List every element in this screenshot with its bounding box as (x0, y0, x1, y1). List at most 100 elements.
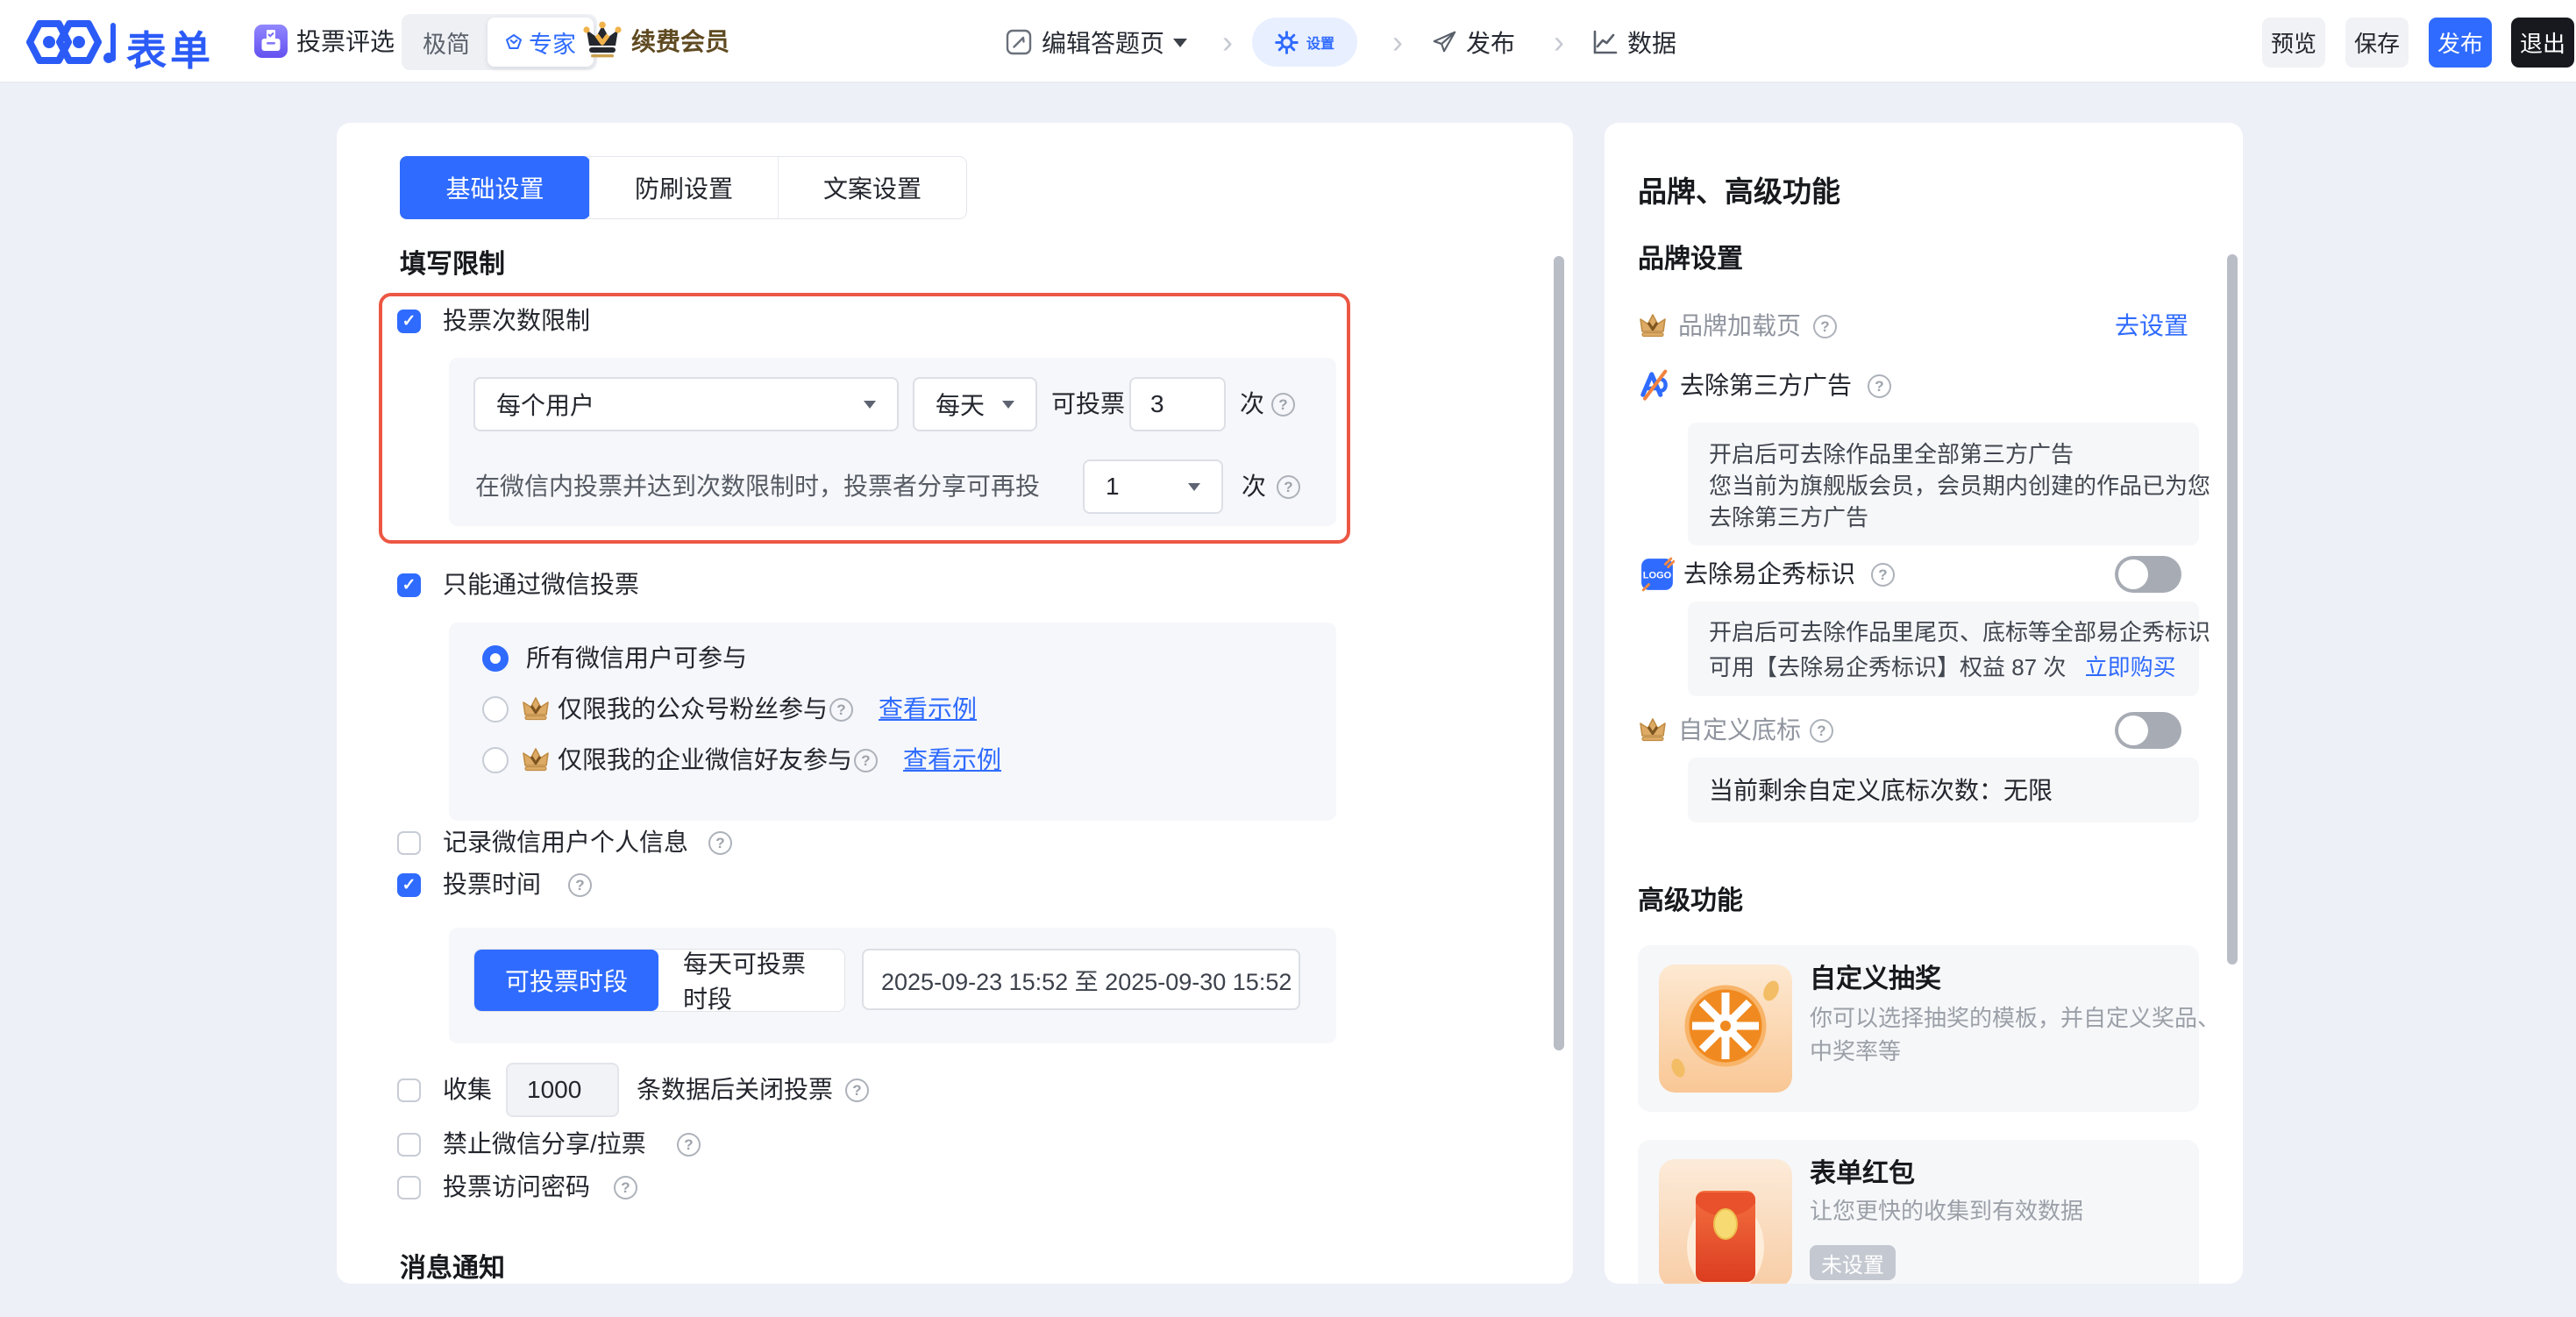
vote-count-help-icon[interactable]: ? (1271, 393, 1295, 416)
enterprise-friends-help-icon[interactable]: ? (854, 749, 878, 772)
official-fans-help-icon[interactable]: ? (829, 698, 853, 722)
logo-divider (110, 23, 116, 61)
tab-copy-settings[interactable]: 文案设置 (778, 157, 966, 218)
exit-button[interactable]: 退出 (2511, 18, 2574, 68)
main-scrollbar-thumb[interactable] (1554, 256, 1564, 1050)
radio-all-users-label: 所有微信用户可参与 (526, 641, 747, 676)
custom-footer-info-box: 当前剩余自定义底标次数：无限 (1688, 758, 2199, 822)
remove-logo-toggle[interactable] (2115, 556, 2181, 593)
period-select[interactable]: 每天 (913, 377, 1037, 431)
vote-count-input[interactable]: 3 (1129, 377, 1226, 431)
forbid-share-checkbox[interactable] (397, 1133, 421, 1157)
brand-page-setup-link[interactable]: 去设置 (2115, 309, 2188, 344)
password-checkbox[interactable] (397, 1176, 421, 1200)
mode-expert[interactable]: 专家 (487, 18, 594, 67)
check-icon: ✓ (402, 877, 416, 893)
step-edit-label: 编辑答题页 (1042, 25, 1164, 60)
remove-logo-quota-text: 可用【去除易企秀标识】权益 87 次 (1709, 654, 2066, 680)
step-data[interactable]: 数据 (1592, 18, 1676, 67)
wechat-only-label: 只能通过微信投票 (443, 567, 639, 602)
share-count-value: 1 (1106, 473, 1188, 501)
product-tab-vote[interactable]: 投票评选 (296, 25, 395, 60)
share-unit-label: 次 (1242, 469, 1266, 504)
publish-button[interactable]: 发布 (2429, 18, 2492, 68)
chevron-down-icon (1173, 39, 1187, 54)
segment-daily-period[interactable]: 每天可投票时段 (658, 950, 844, 1011)
chart-icon (1592, 29, 1619, 55)
record-info-label: 记录微信用户个人信息 (443, 825, 688, 860)
remove-ads-info-line: 您当前为旗舰版会员，会员期内创建的作品已为您 (1709, 470, 2210, 502)
radio-official-fans[interactable] (482, 696, 509, 723)
vote-time-help-icon[interactable]: ? (568, 873, 592, 897)
wechat-only-checkbox[interactable]: ✓ (397, 573, 421, 597)
password-help-icon[interactable]: ? (614, 1176, 637, 1200)
preview-button[interactable]: 预览 (2262, 18, 2325, 68)
remove-logo-label: 去除易企秀标识 (1683, 557, 1855, 592)
vote-time-label: 投票时间 (443, 867, 541, 902)
date-range-input[interactable]: 2025-09-23 15:52 至 2025-09-30 15:52 (862, 949, 1300, 1010)
renew-member-button[interactable]: 续费会员 (631, 24, 729, 61)
custom-footer-toggle[interactable] (2115, 712, 2181, 749)
radio-all-users[interactable] (482, 645, 509, 672)
step-publish[interactable]: 发布 (1431, 18, 1515, 67)
caret-down-icon (864, 401, 876, 415)
radio-enterprise-friends-label: 仅限我的企业微信好友参与 (558, 743, 852, 778)
redpacket-title: 表单红包 (1810, 1156, 1915, 1192)
sidebar-scrollbar-thumb[interactable] (2227, 254, 2238, 965)
forbid-share-label: 禁止微信分享/拉票 (443, 1127, 646, 1162)
radio-official-fans-label: 仅限我的公众号粉丝参与 (558, 692, 828, 727)
scope-select[interactable]: 每个用户 (473, 377, 899, 431)
step-edit-page[interactable]: 编辑答题页 (1005, 18, 1187, 67)
vote-limit-checkbox[interactable]: ✓ (397, 310, 421, 333)
collect-help-icon[interactable]: ? (845, 1079, 869, 1102)
remove-logo-help-icon[interactable]: ? (1871, 563, 1895, 587)
segment-votable-period[interactable]: 可投票时段 (474, 950, 658, 1011)
step-settings[interactable]: 设置 (1252, 18, 1357, 67)
redpacket-desc: 让您更快的收集到有效数据 (1810, 1194, 2083, 1228)
brand-page-label: 品牌加载页 (1678, 309, 1801, 344)
remove-logo-icon: LOGO (1640, 557, 1675, 592)
crown-gold-icon (521, 745, 551, 773)
sidebar-title: 品牌、高级功能 (1638, 172, 1840, 212)
paper-plane-icon (1431, 29, 1457, 55)
official-fans-example-link[interactable]: 查看示例 (879, 692, 977, 727)
section-notify: 消息通知 (400, 1250, 505, 1287)
buy-now-link[interactable]: 立即购买 (2085, 654, 2176, 680)
remove-ads-help-icon[interactable]: ? (1868, 374, 1891, 398)
share-help-icon[interactable]: ? (1277, 475, 1300, 499)
brand-logo-icon (26, 17, 116, 68)
caret-down-icon (1002, 401, 1014, 415)
step-publish-label: 发布 (1466, 25, 1515, 60)
custom-footer-help-icon[interactable]: ? (1810, 719, 1833, 743)
save-button[interactable]: 保存 (2345, 18, 2409, 68)
check-icon: ✓ (402, 313, 416, 330)
record-info-checkbox[interactable] (397, 831, 421, 855)
remove-logo-info-box: 开启后可去除作品里尾页、底标等全部易企秀标识 可用【去除易企秀标识】权益 87 … (1688, 602, 2199, 696)
radio-enterprise-friends[interactable] (482, 747, 509, 773)
step-data-label: 数据 (1627, 25, 1676, 60)
gear-icon (1275, 31, 1299, 54)
step-settings-label: 设置 (1306, 32, 1334, 53)
remove-ads-info-line: 开启后可去除作品里全部第三方广告 (1709, 438, 2074, 470)
tab-anti-cheat-settings[interactable]: 防刷设置 (589, 157, 778, 218)
mode-simple[interactable]: 极简 (405, 18, 487, 67)
brand-page-help-icon[interactable]: ? (1813, 315, 1837, 338)
forbid-share-help-icon[interactable]: ? (677, 1133, 701, 1157)
enterprise-friends-example-link[interactable]: 查看示例 (903, 743, 1001, 778)
collect-limit-checkbox[interactable] (397, 1079, 421, 1102)
sidebar-card: 品牌、高级功能 品牌设置 品牌加载页 ? 去设置 去除第三方广告 ? 开启后可去… (1605, 123, 2243, 1284)
crown-gold-icon (521, 694, 551, 723)
collect-count-input[interactable]: 1000 (506, 1063, 619, 1117)
scope-select-value: 每个用户 (496, 387, 864, 422)
step-separator: › (1222, 18, 1233, 67)
share-count-select[interactable]: 1 (1083, 459, 1223, 514)
record-info-help-icon[interactable]: ? (708, 831, 732, 855)
tab-basic-settings[interactable]: 基础设置 (400, 156, 590, 219)
vote-time-checkbox[interactable]: ✓ (397, 873, 421, 897)
advanced-heading: 高级功能 (1638, 883, 1743, 920)
crown-gold-icon (1638, 715, 1668, 744)
settings-tabs: 基础设置 防刷设置 文案设置 (400, 156, 967, 219)
step-separator: › (1554, 18, 1564, 67)
lottery-desc-line2: 中奖率等 (1810, 1035, 1901, 1068)
vote-ballot-icon (254, 25, 288, 58)
